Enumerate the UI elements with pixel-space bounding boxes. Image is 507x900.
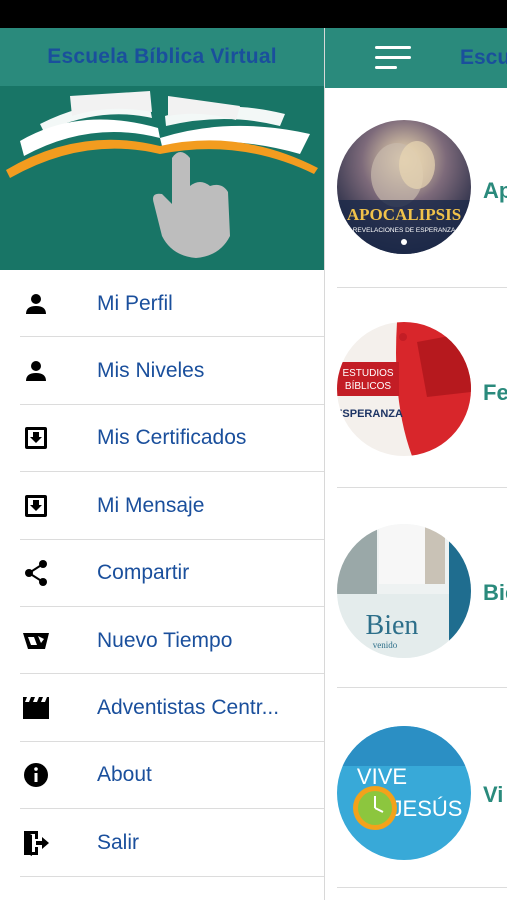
clapperboard-icon xyxy=(22,694,50,722)
menu-item-nuevo-tiempo[interactable]: Nuevo Tiempo xyxy=(0,607,324,675)
menu-item-compartir[interactable]: Compartir xyxy=(0,540,324,608)
thumb-text: ESPERANZA xyxy=(337,408,403,420)
thumb-text: Bien xyxy=(366,610,419,641)
thumb-text: JESÚS xyxy=(392,796,463,821)
menu-item-label: Adventistas Centr... xyxy=(97,696,280,720)
inbox-download-icon xyxy=(22,492,50,520)
thumb-text: ESTUDIOS xyxy=(342,368,393,379)
thumb-text: REVELACIONES DE ESPERANZA xyxy=(353,227,456,234)
menu-item-label: Nuevo Tiempo xyxy=(97,628,233,652)
menu-item-label: Mis Niveles xyxy=(97,359,205,383)
drawer-menu: Mi Perfil Mis Niveles Mis Certificados M… xyxy=(0,270,324,877)
course-card[interactable]: Bien venido Bie xyxy=(325,488,507,688)
course-thumbnail: ESTUDIOS BÍBLICOS ESPERANZA xyxy=(337,322,471,456)
course-title: Ap xyxy=(483,178,507,203)
course-thumbnail: Bien venido xyxy=(337,524,471,658)
person-icon xyxy=(22,357,50,385)
person-icon xyxy=(22,290,50,318)
menu-item-mis-niveles[interactable]: Mis Niveles xyxy=(0,337,324,406)
menu-item-about[interactable]: About xyxy=(0,742,324,810)
navigation-drawer: Escuela Bíblica Virtual Mi Perfil Mis Ni… xyxy=(0,28,324,900)
main-content: Escu APOCALIPSIS REVELACIONES DE ESPERAN… xyxy=(324,28,507,900)
menu-item-label: Compartir xyxy=(97,561,190,585)
exit-icon xyxy=(22,829,50,857)
share-icon xyxy=(22,559,50,587)
main-title: Escu xyxy=(460,46,507,69)
menu-item-adventistas-central[interactable]: Adventistas Centr... xyxy=(0,674,324,743)
nuevo-tiempo-logo-icon xyxy=(22,627,50,655)
menu-item-label: About xyxy=(97,763,152,787)
course-card[interactable]: VIVE JESÚS Vi xyxy=(325,688,507,888)
course-title: Bie xyxy=(483,580,507,605)
course-card[interactable]: ESTUDIOS BÍBLICOS ESPERANZA Fe xyxy=(325,288,507,488)
drawer-header: Escuela Bíblica Virtual xyxy=(0,28,324,86)
thumb-text: APOCALIPSIS xyxy=(347,205,461,224)
inbox-download-icon xyxy=(22,424,50,452)
menu-item-label: Mi Perfil xyxy=(97,291,173,315)
thumb-text: VIVE xyxy=(357,764,407,789)
course-title: Fe xyxy=(483,380,507,405)
menu-item-salir[interactable]: Salir xyxy=(0,809,324,877)
drawer-title: Escuela Bíblica Virtual xyxy=(47,45,277,68)
course-thumbnail: VIVE JESÚS xyxy=(337,726,471,860)
open-bible-hand-icon xyxy=(6,91,318,258)
menu-item-mi-perfil[interactable]: Mi Perfil xyxy=(0,270,324,338)
menu-item-label: Salir xyxy=(97,830,140,854)
menu-item-label: Mis Certificados xyxy=(97,426,247,450)
info-icon xyxy=(22,761,50,789)
thumb-text: venido xyxy=(373,640,398,650)
status-bar xyxy=(0,0,507,28)
course-card[interactable]: APOCALIPSIS REVELACIONES DE ESPERANZA Ap xyxy=(325,88,507,288)
menu-item-label: Mi Mensaje xyxy=(97,493,205,517)
hamburger-menu-icon[interactable] xyxy=(375,46,411,70)
thumb-text: BÍBLICOS xyxy=(345,379,391,392)
menu-item-mis-certificados[interactable]: Mis Certificados xyxy=(0,405,324,473)
course-title: Vi xyxy=(483,782,504,807)
main-header: Escu xyxy=(325,28,507,88)
bible-logo-banner xyxy=(0,86,324,270)
course-thumbnail: APOCALIPSIS REVELACIONES DE ESPERANZA xyxy=(337,120,471,254)
menu-item-mi-mensaje[interactable]: Mi Mensaje xyxy=(0,472,324,540)
